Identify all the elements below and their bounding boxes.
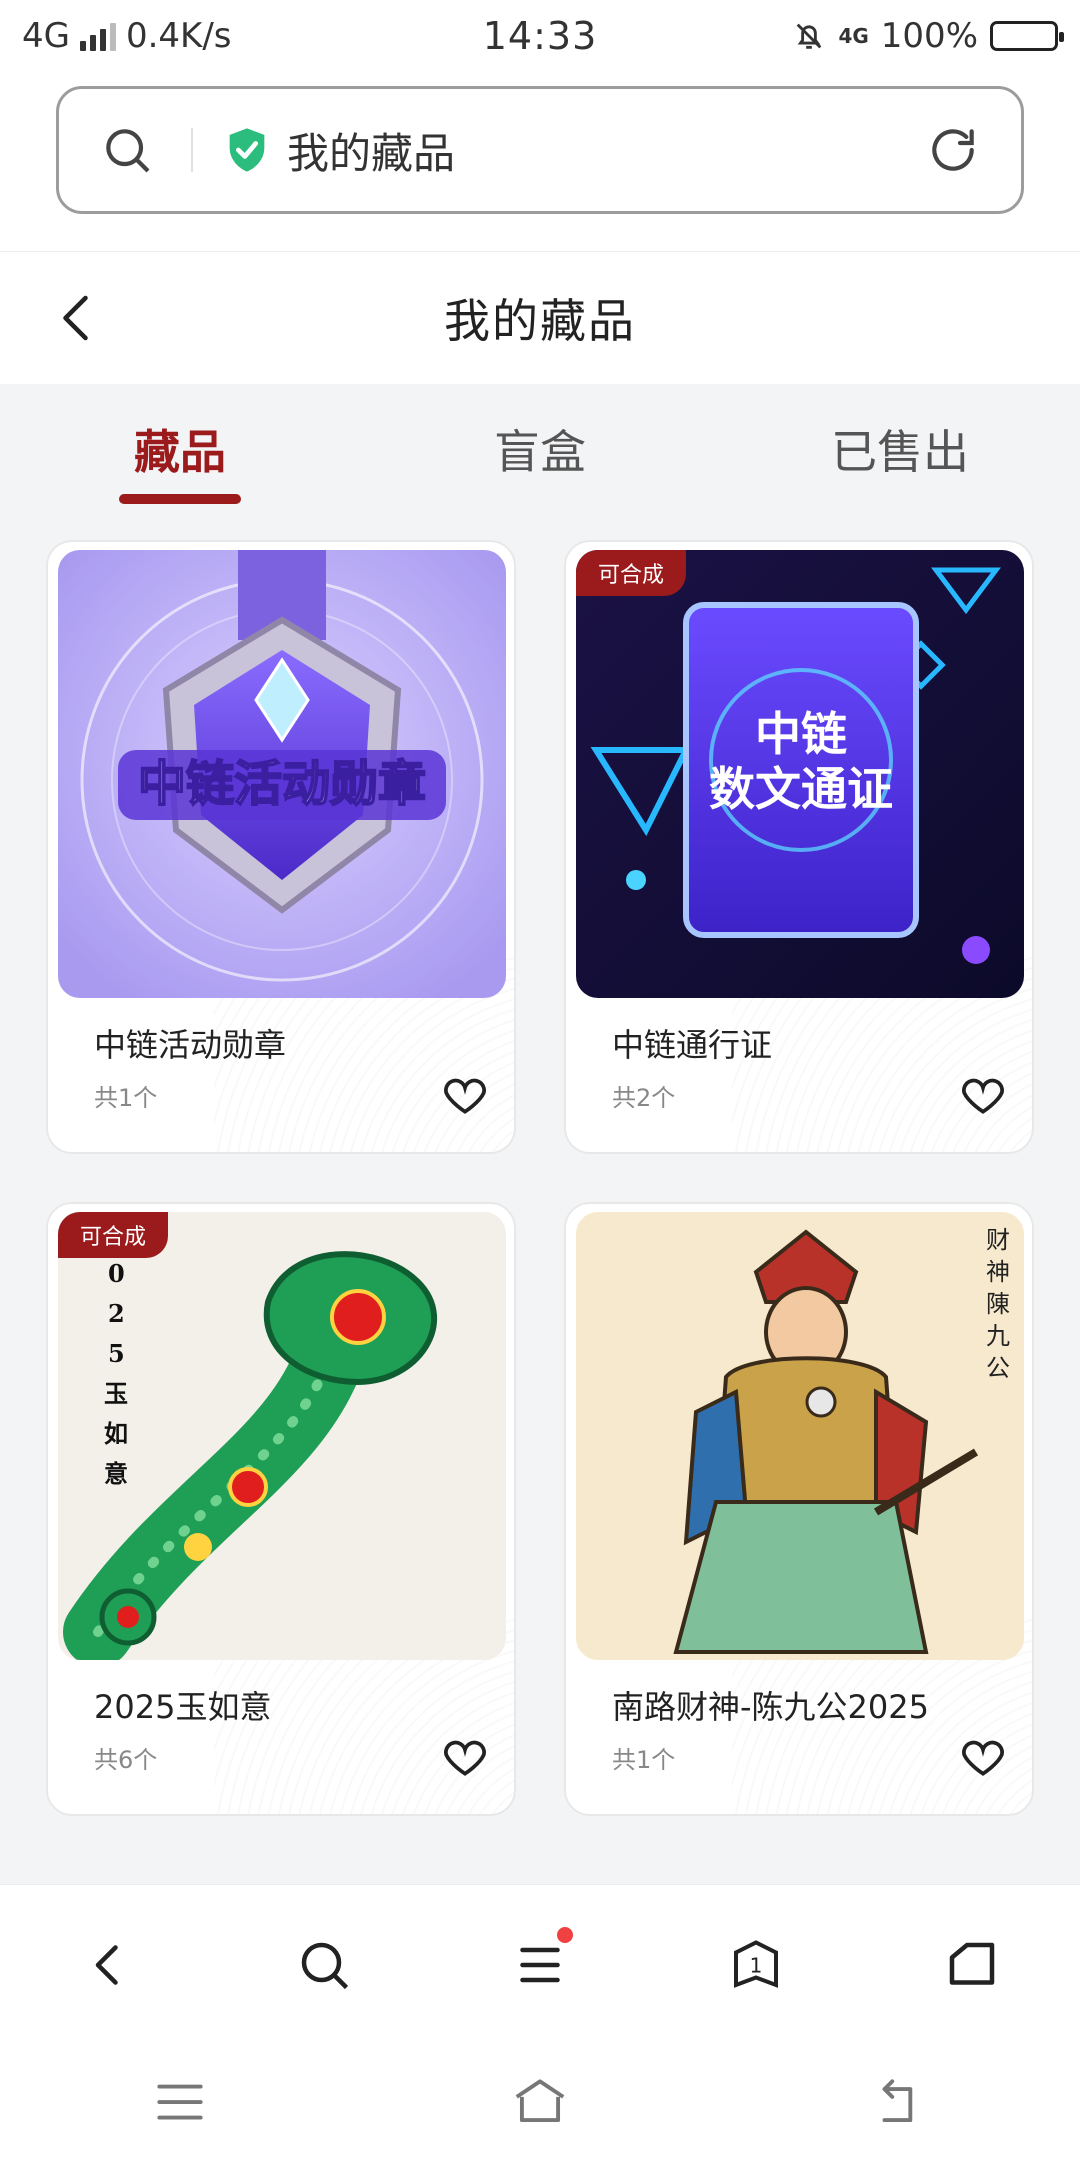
tab-blind-box[interactable]: 盲盒 xyxy=(360,384,720,514)
battery-icon xyxy=(990,21,1064,51)
heart-icon[interactable] xyxy=(958,1732,1008,1782)
battery-percent: 100% xyxy=(880,16,978,56)
collectible-count: 共6个 xyxy=(94,1746,158,1774)
refresh-icon[interactable] xyxy=(925,122,981,178)
collection-card[interactable]: 财神陳九公 南路财神-陈九公2025 共1个 xyxy=(564,1202,1034,1816)
collectible-image-ruyi[interactable]: 0 2 5 玉如意 xyxy=(58,1212,506,1660)
home-icon xyxy=(949,1942,995,1985)
status-bar: 4G 0.4K/s 14:33 4G 100% xyxy=(0,0,1080,72)
collectible-count: 共1个 xyxy=(94,1084,158,1112)
browser-toolbar: 1 xyxy=(0,1884,1080,2044)
tab-label: 已售出 xyxy=(831,425,969,479)
collection-card[interactable]: 可合成 中链 数文通证 中链通行证 共2个 xyxy=(564,540,1034,1154)
heart-icon[interactable] xyxy=(440,1732,490,1782)
collectible-count: 共1个 xyxy=(612,1746,676,1774)
shield-check-icon xyxy=(229,128,265,172)
toolbar-tabs-button[interactable]: 1 xyxy=(671,1905,841,2025)
collection-card[interactable]: 可合成 0 2 5 玉如意 2025玉如意 共6个 xyxy=(46,1202,516,1816)
network-speed: 0.4K/s xyxy=(125,16,232,56)
small-network: 4G xyxy=(838,24,869,48)
back-nav-icon[interactable] xyxy=(869,2071,931,2133)
collectible-image-medal[interactable]: 中链活动勋章 xyxy=(58,550,506,998)
tab-bar: 藏品 盲盒 已售出 xyxy=(0,384,1080,514)
pass-image-text-2: 数文通证 xyxy=(709,762,893,816)
tab-count: 1 xyxy=(750,1953,763,1977)
back-button[interactable] xyxy=(48,288,108,348)
collectible-name: 2025玉如意 xyxy=(94,1688,272,1726)
toolbar-back-button[interactable] xyxy=(23,1905,193,2025)
back-icon xyxy=(95,1944,118,1985)
collection-card[interactable]: 中链活动勋章 中链活动勋章 共1个 xyxy=(46,540,516,1154)
collectible-name: 中链活动勋章 xyxy=(94,1026,287,1064)
address-divider xyxy=(191,128,193,172)
heart-icon[interactable] xyxy=(440,1070,490,1120)
collectible-name: 中链通行证 xyxy=(612,1026,773,1064)
home-nav-icon[interactable] xyxy=(509,2071,571,2133)
pass-image-text-1: 中链 xyxy=(755,707,847,761)
toolbar-search-button[interactable] xyxy=(239,1905,409,2025)
page-title: 我的藏品 xyxy=(444,294,636,348)
collectible-count: 共2个 xyxy=(612,1084,676,1112)
toolbar-home-button[interactable] xyxy=(887,1905,1057,2025)
wealth-image-text: 财神陳九公 xyxy=(986,1226,1010,1382)
notification-dot xyxy=(557,1926,573,1943)
collectible-image-god-of-wealth[interactable]: 财神陳九公 xyxy=(576,1212,1024,1660)
medal-image-text: 中链活动勋章 xyxy=(138,756,426,812)
browser-address-bar: 我的藏品 xyxy=(0,72,1080,252)
menu-icon xyxy=(520,1947,560,1982)
page-header: 我的藏品 xyxy=(0,252,1080,384)
status-right: 4G 100% xyxy=(698,16,1064,56)
network-type: 4G xyxy=(22,16,70,56)
tab-label: 盲盒 xyxy=(494,425,586,479)
tabs-icon: 1 xyxy=(734,1939,778,1988)
address-box[interactable]: 我的藏品 xyxy=(56,86,1024,214)
synthesizable-badge: 可合成 xyxy=(576,550,687,596)
signal-icon xyxy=(79,21,116,51)
tab-label: 藏品 xyxy=(134,425,226,479)
collectible-name: 南路财神-陈九公2025 xyxy=(612,1688,929,1726)
tab-collections[interactable]: 藏品 xyxy=(0,384,360,514)
search-icon xyxy=(301,1942,349,1989)
recent-apps-icon[interactable] xyxy=(149,2071,211,2133)
collection-grid: 中链活动勋章 中链活动勋章 共1个 可合成 中链 数文通证 中链通行证 共2个 … xyxy=(46,540,1034,1816)
collectible-image-pass[interactable]: 中链 数文通证 xyxy=(576,550,1024,998)
tab-sold[interactable]: 已售出 xyxy=(720,384,1080,514)
status-left: 4G 0.4K/s xyxy=(22,16,382,56)
toolbar-menu-button[interactable] xyxy=(455,1905,625,2025)
heart-icon[interactable] xyxy=(958,1070,1008,1120)
search-icon[interactable] xyxy=(99,122,155,178)
synthesizable-badge: 可合成 xyxy=(58,1212,169,1258)
active-tab-indicator xyxy=(119,494,241,504)
mute-bell-icon xyxy=(797,23,822,49)
clock: 14:33 xyxy=(482,14,598,58)
address-text[interactable]: 我的藏品 xyxy=(287,120,925,181)
system-nav-bar xyxy=(0,2044,1080,2160)
